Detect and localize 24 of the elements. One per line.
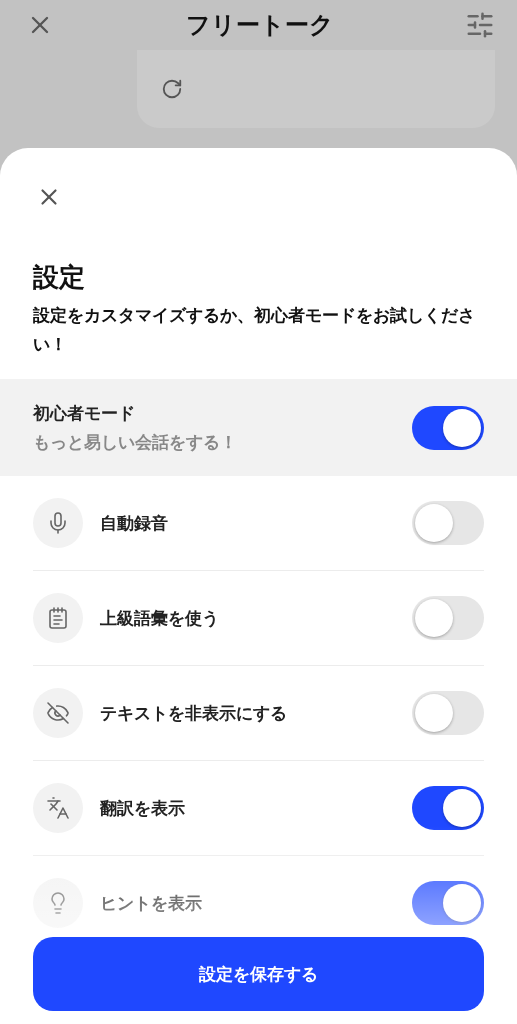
- toggle-switch[interactable]: [412, 596, 484, 640]
- save-button[interactable]: 設定を保存する: [33, 937, 484, 1011]
- setting-label: ヒントを表示: [100, 891, 203, 915]
- setting-label: 翻訳を表示: [100, 796, 186, 820]
- translate-icon: [33, 783, 83, 833]
- sheet-title: 設定: [33, 261, 86, 294]
- toggle-switch[interactable]: [412, 405, 484, 450]
- notepad-icon: [33, 593, 83, 643]
- setting-label: 自動録音: [100, 511, 169, 535]
- settings-icon[interactable]: [465, 10, 495, 40]
- setting-description: もっと易しい会話をする！: [33, 430, 237, 454]
- toggle-switch[interactable]: [412, 691, 484, 735]
- setting-label: 上級語彙を使う: [100, 606, 220, 630]
- sheet-subtitle: 設定をカスタマイズするか、初心者モードをお試しください！: [33, 304, 476, 356]
- lightbulb-icon: [33, 878, 83, 928]
- microphone-icon: [33, 498, 83, 548]
- setting-label: 初心者モード: [33, 401, 136, 425]
- toggle-switch[interactable]: [412, 881, 484, 925]
- toggle-switch[interactable]: [412, 501, 484, 545]
- toggle-switch[interactable]: [412, 786, 484, 830]
- replay-icon[interactable]: [161, 78, 183, 100]
- screen-title: フリートーク: [185, 10, 334, 41]
- eye-off-icon: [33, 688, 83, 738]
- setting-label: テキストを非表示にする: [100, 701, 288, 725]
